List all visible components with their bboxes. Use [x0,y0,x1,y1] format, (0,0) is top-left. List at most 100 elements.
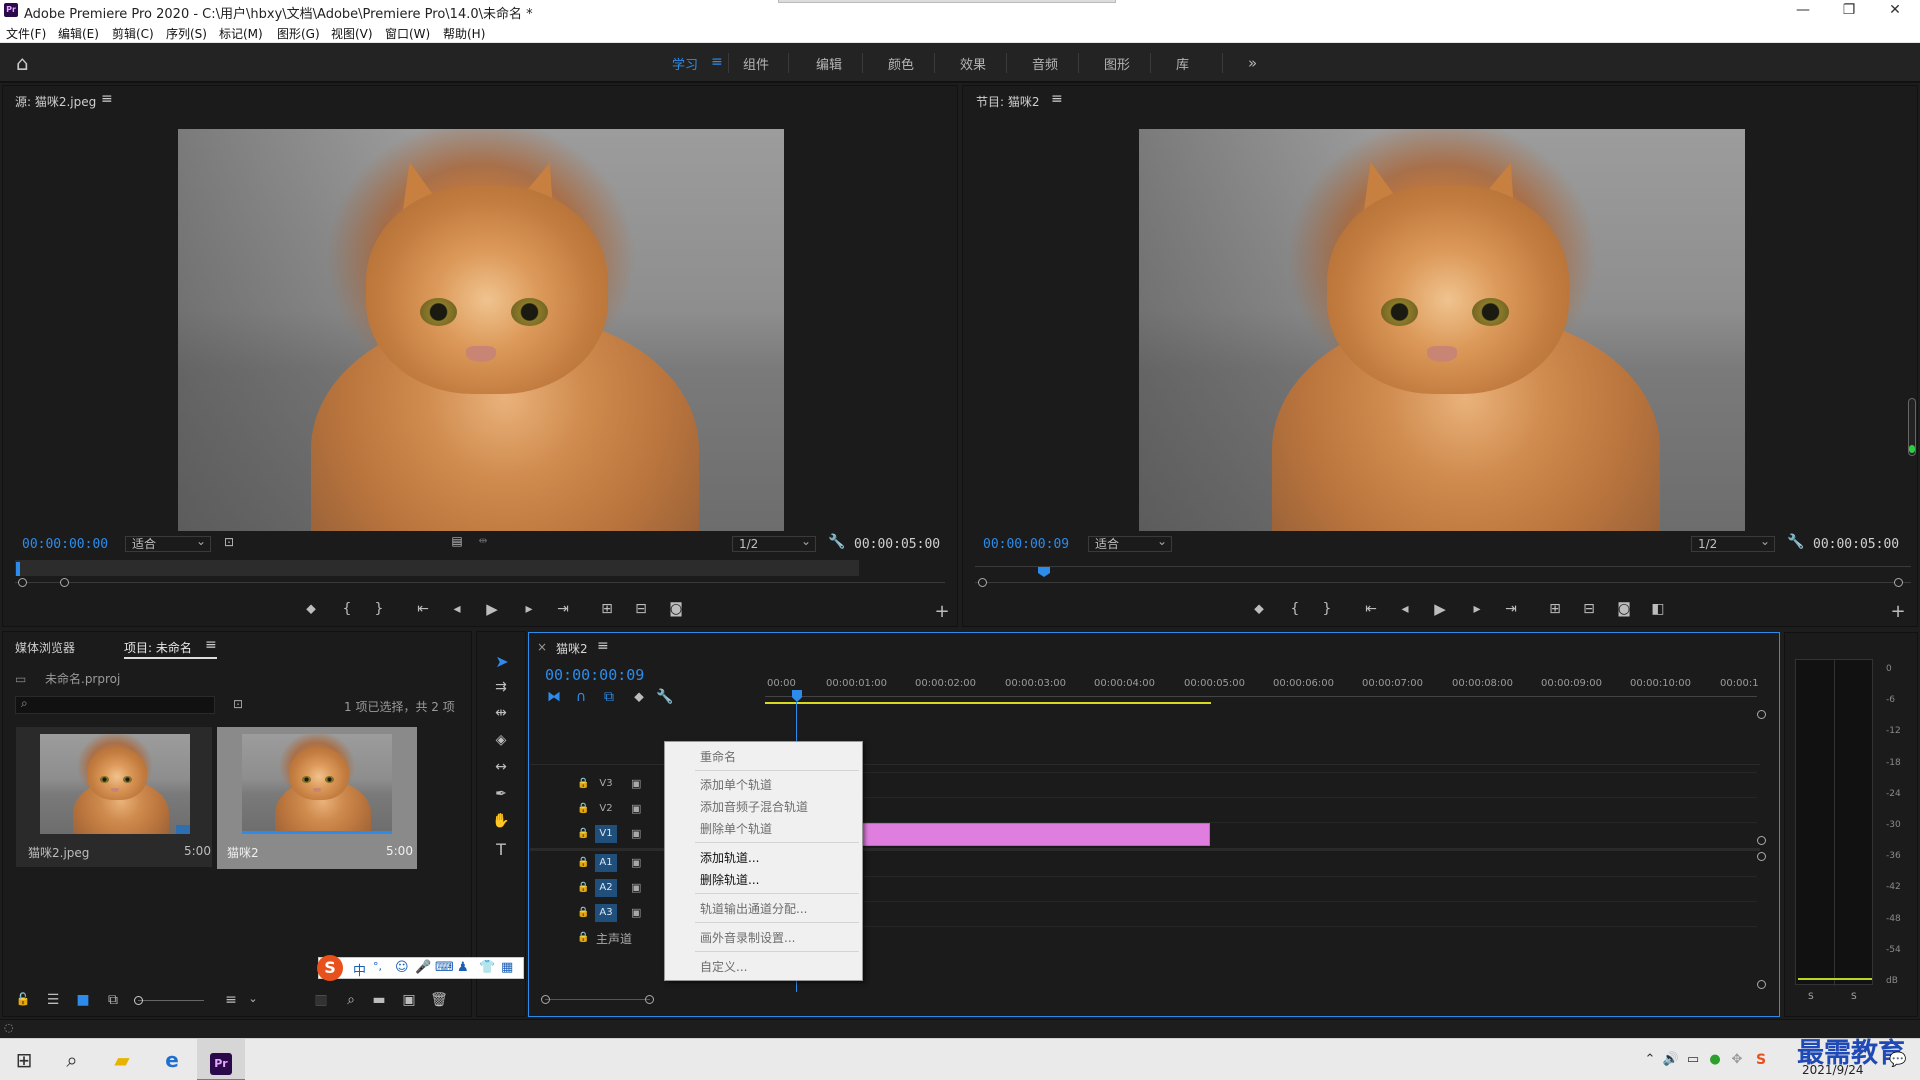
volume-icon[interactable]: 🔊 [1660,1039,1682,1080]
menu-item-add-submix[interactable]: 添加音频子混合轨道 [700,798,808,815]
insert-icon[interactable]: ⊡ [219,535,239,549]
menu-item-add-tracks[interactable]: 添加轨道... [700,849,759,866]
source-monitor-title[interactable]: 源: 猫咪2.jpeg [15,93,96,110]
sync-lock-icon[interactable]: ▣ [631,856,641,869]
ime-punctuation[interactable]: °, [373,960,382,973]
panel-menu-icon[interactable]: ≡ [101,91,113,107]
close-icon[interactable]: ✕ [1872,0,1918,22]
new-search-bin-icon[interactable]: ⊡ [233,697,243,711]
workspace-graphics[interactable]: 图形 [1104,54,1130,73]
timeline-tab[interactable]: 猫咪2 [556,640,588,657]
selection-tool-icon[interactable]: ➤ [492,652,512,671]
program-monitor-title[interactable]: 节目: 猫咪2 [976,93,1040,110]
go-to-in-icon[interactable]: ⇤ [1361,601,1381,617]
project-search-input[interactable] [15,696,215,714]
track-a2[interactable]: A2 [595,879,617,897]
menu-item-add-track[interactable]: 添加单个轨道 [700,776,772,793]
freeform-view-icon[interactable]: ⧉ [103,992,123,1008]
play-icon[interactable]: ▶ [482,600,502,618]
chevron-up-icon[interactable]: ⌃ [1640,1039,1660,1080]
sogou-logo-icon[interactable]: S [317,955,343,981]
mark-out-icon[interactable]: } [1317,601,1337,617]
project-item[interactable]: 猫咪2.jpeg 5:00 [16,727,212,867]
program-fit-dropdown[interactable]: 适合 [1088,534,1172,552]
close-tab-icon[interactable]: × [537,640,547,654]
track-a1[interactable]: A1 [595,854,617,872]
mark-in-icon[interactable]: { [337,601,357,617]
workspace-audio[interactable]: 音频 [1032,54,1058,73]
icon-view-icon[interactable]: ■ [73,992,93,1008]
menu-sequence[interactable]: 序列(S) [166,25,207,42]
workspace-effects[interactable]: 效果 [960,54,986,73]
zoom-bar[interactable] [975,582,1911,583]
panel-menu-icon[interactable]: ≡ [205,637,217,653]
insert-clip-icon[interactable]: ⊞ [597,601,617,617]
solo-left[interactable]: S [1808,992,1814,1002]
sync-lock-icon[interactable]: ▣ [631,802,641,815]
sync-lock-icon[interactable]: ▣ [631,906,641,919]
menu-item-customize[interactable]: 自定义... [700,958,747,975]
project-item-selected[interactable]: 猫咪2 5:00 [217,727,417,869]
lock-icon[interactable]: 🔒 [577,778,589,789]
zoom-slider[interactable] [138,1000,204,1001]
v-scroll-handle[interactable] [1757,980,1766,989]
h-scroll-handle[interactable] [541,995,550,1004]
razor-tool-icon[interactable]: ◈ [491,732,511,748]
program-resolution-dropdown[interactable]: 1/2 [1691,534,1775,552]
drag-audio-icon[interactable]: ⇹ [473,534,493,547]
program-scrub-bar[interactable] [975,566,1911,567]
overwrite-icon[interactable]: ⊟ [631,601,651,617]
chevron-down-icon[interactable]: ⌄ [243,992,263,1005]
comparison-view-icon[interactable]: ◧ [1648,601,1668,617]
drag-video-icon[interactable]: ▤ [447,534,467,548]
find-icon[interactable]: ⌕ [341,992,361,1008]
lock-icon[interactable]: 🔒 [577,932,589,943]
menu-item-output-channels[interactable]: 轨道输出通道分配... [700,900,807,917]
keyboard-icon[interactable]: ⌨ [435,960,454,975]
source-timecode[interactable]: 00:00:00:00 [22,537,108,552]
tray-app-icon[interactable]: ● [1704,1039,1726,1080]
sort-icon[interactable]: ≡ [221,992,241,1008]
lock-icon[interactable]: 🔒 [577,882,589,893]
lift-icon[interactable]: ⊞ [1545,601,1565,617]
sogou-tray-icon[interactable]: S [1750,1039,1772,1080]
network-icon[interactable]: ▭ [1682,1039,1704,1080]
h-scroll-bar[interactable] [545,999,650,1000]
zoom-handle-right[interactable] [60,578,69,587]
zoom-bar[interactable] [15,582,945,583]
sync-lock-icon[interactable]: ▣ [631,827,641,840]
panel-menu-icon[interactable]: ≡ [1051,91,1063,107]
mark-in-icon[interactable]: { [1285,601,1305,617]
menu-edit[interactable]: 编辑(E) [58,25,99,42]
type-tool-icon[interactable]: T [491,840,511,859]
hand-tool-icon[interactable]: ✋ [491,813,511,829]
play-icon[interactable]: ▶ [1430,600,1450,618]
skin-icon[interactable]: 👕 [479,960,495,975]
home-icon[interactable]: ⌂ [16,51,29,75]
lock-icon[interactable]: 🔒 [577,803,589,814]
automate-icon[interactable]: ▥ [311,992,331,1008]
track-a3[interactable]: A3 [595,904,617,922]
program-timecode[interactable]: 00:00:00:09 [983,537,1069,552]
new-bin-icon[interactable]: ▬ [369,992,389,1008]
panel-menu-icon[interactable]: ≡ [597,638,609,654]
workspace-editing[interactable]: 编辑 [816,54,842,73]
nest-toggle-icon[interactable]: ⧓ [544,689,564,705]
menu-help[interactable]: 帮助(H) [443,25,485,42]
volume-scroll[interactable] [1908,398,1916,456]
linked-selection-icon[interactable]: ⧉ [599,689,619,705]
minimize-icon[interactable]: — [1780,0,1826,22]
step-back-icon[interactable]: ◂ [1395,601,1415,617]
trash-icon[interactable]: 🗑 [429,992,449,1008]
workspace-assembly[interactable]: 组件 [743,54,769,73]
menu-graphics[interactable]: 图形(G) [277,25,320,42]
track-select-icon[interactable]: ⇉ [491,679,511,695]
lock-icon[interactable]: 🔒 [577,857,589,868]
tab-project[interactable]: 项目: 未命名 [124,639,192,656]
step-forward-icon[interactable]: ▸ [519,601,539,617]
ime-chinese-mode[interactable]: 中 [353,960,366,979]
more-workspaces-icon[interactable]: » [1248,54,1257,72]
v-scroll-handle[interactable] [1757,852,1766,861]
timeline-timecode[interactable]: 00:00:00:09 [545,666,644,684]
lock-icon[interactable]: 🔒 [577,907,589,918]
